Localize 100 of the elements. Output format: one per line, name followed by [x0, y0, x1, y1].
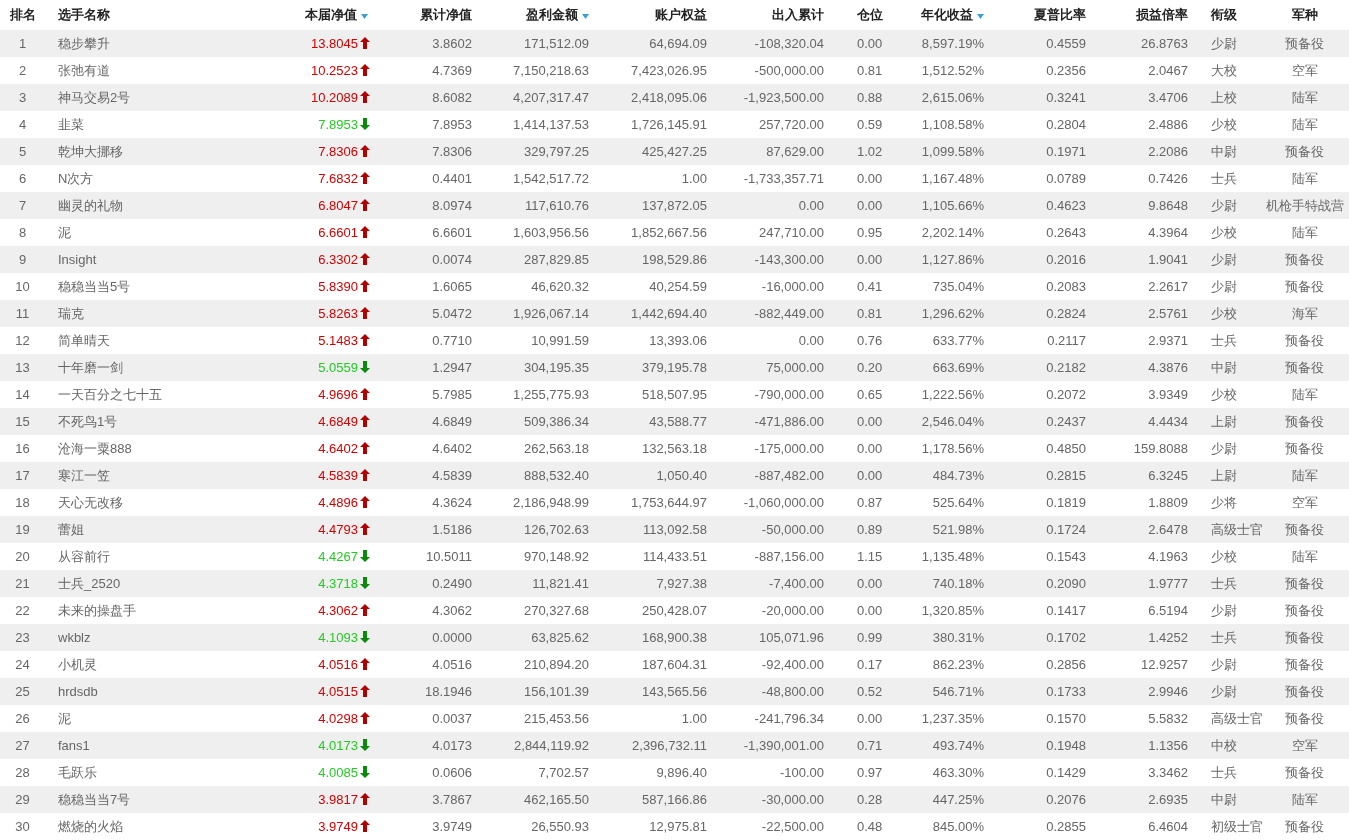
table-cell-text: 2,844,119.92 [514, 736, 589, 755]
table-cell-text: 26 [15, 709, 30, 728]
table-cell-text: 0.65 [857, 385, 883, 404]
table-cell-text: 6.5194 [1148, 601, 1188, 620]
table-cell-text: 29 [15, 790, 30, 809]
table-cell-text: 304,195.35 [523, 358, 589, 377]
table-cell-text: 陆军 [1291, 115, 1318, 134]
sort-descending-icon[interactable] [977, 14, 984, 19]
table-cell-text: 0.0789 [1046, 169, 1086, 188]
sort-descending-icon[interactable] [361, 14, 368, 19]
table-cell-text: 0.2856 [1046, 655, 1086, 674]
net-value-cell-text: 4.0173 [318, 736, 358, 755]
table-cell-text: 114,433.51 [642, 547, 707, 566]
table-cell-text: 1.6065 [432, 277, 472, 296]
sort-descending-icon[interactable] [582, 14, 589, 19]
table-cell-text: 预备役 [1285, 817, 1324, 836]
player-name-cell-text: 小机灵 [58, 655, 97, 674]
table-cell-text: 少尉 [1211, 34, 1237, 53]
table-cell-text: 75,000.00 [766, 358, 824, 377]
table-cell-text: 0.0000 [432, 628, 472, 647]
table-cell-text: 大校 [1211, 61, 1237, 80]
table-cell-text: 4.7369 [432, 61, 472, 80]
table-cell-text: 46,620.32 [531, 277, 589, 296]
player-name-cell-text: 乾坤大挪移 [58, 142, 123, 161]
table-cell-text: 143,565.56 [641, 682, 707, 701]
table-cell-text: 7,927.38 [656, 574, 707, 593]
table-cell-text: 0.00 [857, 34, 883, 53]
net-value-cell-text: 13.8045 [311, 34, 358, 53]
player-name-cell-text: Insight [58, 250, 97, 269]
net-value-cell-text: 5.1483 [318, 331, 358, 350]
table-cell-text: 少尉 [1211, 277, 1237, 296]
table-cell-text: -50,000.00 [761, 520, 824, 539]
table-cell-text: 少尉 [1211, 682, 1237, 701]
table-cell-text: 4.0173 [432, 736, 472, 755]
table-cell-text: 4,207,317.47 [513, 88, 589, 107]
table-cell-text: 663.69% [932, 358, 984, 377]
table-cell-text: 预备役 [1285, 682, 1324, 701]
table-cell-text: 3.3462 [1148, 763, 1188, 782]
table-cell-text: -471,886.00 [754, 412, 824, 431]
column-header[interactable]: 年化收益 [921, 5, 984, 25]
table-cell-text: 0.2072 [1046, 385, 1086, 404]
player-name-cell-text: wkblz [58, 628, 91, 647]
table-cell-text: 287,829.85 [523, 250, 589, 269]
table-cell-text: 陆军 [1291, 466, 1318, 485]
table-cell-text: 上尉 [1211, 466, 1237, 485]
table-cell-text: 2.9371 [1148, 331, 1188, 350]
column-header: 军种 [1291, 6, 1318, 25]
table-cell-text: 87,629.00 [766, 142, 824, 161]
table-cell-text: 484.73% [932, 466, 984, 485]
table-cell-text: 1,852,667.56 [631, 223, 707, 242]
net-value-cell-text: 10.2089 [311, 88, 358, 107]
table-cell-text: 预备役 [1285, 358, 1324, 377]
table-cell-text: 257,720.00 [758, 115, 824, 134]
net-value-cell-text: 4.1093 [318, 628, 358, 647]
table-cell-text: 2,546.04% [921, 412, 984, 431]
net-value-cell-text: 4.3062 [318, 601, 358, 620]
table-cell-text: 6.3245 [1148, 466, 1188, 485]
table-cell-text: 10,991.59 [531, 331, 589, 350]
table-cell-text: 21 [15, 574, 30, 593]
table-cell-text: 6.6601 [432, 223, 472, 242]
column-header: 衔级 [1211, 6, 1237, 25]
table-cell-text: 2,186,948.99 [513, 493, 589, 512]
player-name-cell-text: 稳稳当当5号 [58, 277, 131, 296]
table-cell-text: 4.3876 [1148, 358, 1188, 377]
table-cell-text: 0.1819 [1046, 493, 1086, 512]
column-header: 出入累计 [772, 6, 824, 25]
table-cell-text: -500,000.00 [754, 61, 824, 80]
table-cell-text: 2.4886 [1148, 115, 1188, 134]
table-cell-text: 1,926,067.14 [513, 304, 589, 323]
table-cell-text: 40,254.59 [649, 277, 707, 296]
table-cell-text: 0.76 [857, 331, 883, 350]
player-name-cell-text: 泥 [58, 709, 71, 728]
table-cell-text: -241,796.34 [754, 709, 824, 728]
player-name-cell-text: 一天百分之七十五 [58, 385, 162, 404]
net-value-cell-text: 4.3718 [318, 574, 358, 593]
table-cell-text: 11 [15, 304, 30, 323]
table-cell-text: -790,000.00 [754, 385, 824, 404]
table-cell-text: 2.2617 [1148, 277, 1188, 296]
net-value-cell-text: 7.8953 [318, 115, 358, 134]
column-header: 选手名称 [58, 6, 110, 25]
column-header[interactable]: 盈利金额 [526, 5, 589, 25]
table-cell-text: -100.00 [779, 763, 824, 782]
table-cell-text: 0.00 [798, 331, 824, 350]
table-cell-text: 士兵 [1211, 763, 1237, 782]
table-cell-text: -48,800.00 [761, 682, 824, 701]
column-header: 累计净值 [420, 6, 472, 25]
table-cell-text: 156,101.39 [523, 682, 589, 701]
table-cell-text: 空军 [1291, 61, 1318, 80]
player-name-cell-text: 毛跃乐 [58, 763, 97, 782]
table-cell-text: 0.4401 [432, 169, 472, 188]
table-cell-text: 0.00 [798, 196, 824, 215]
table-cell-text: 0.2824 [1046, 304, 1086, 323]
column-header[interactable]: 本届净值 [305, 5, 368, 25]
table-cell-text: 0.2182 [1046, 358, 1086, 377]
table-cell-text: 2,396,732.11 [632, 736, 707, 755]
table-cell-text: 379,195.78 [641, 358, 707, 377]
table-cell-text: 171,512.09 [523, 34, 589, 53]
table-cell-text: 1,512.52% [921, 61, 984, 80]
table-cell-text: 250,428.07 [641, 601, 707, 620]
table-cell-text: 0.2117 [1047, 331, 1086, 350]
